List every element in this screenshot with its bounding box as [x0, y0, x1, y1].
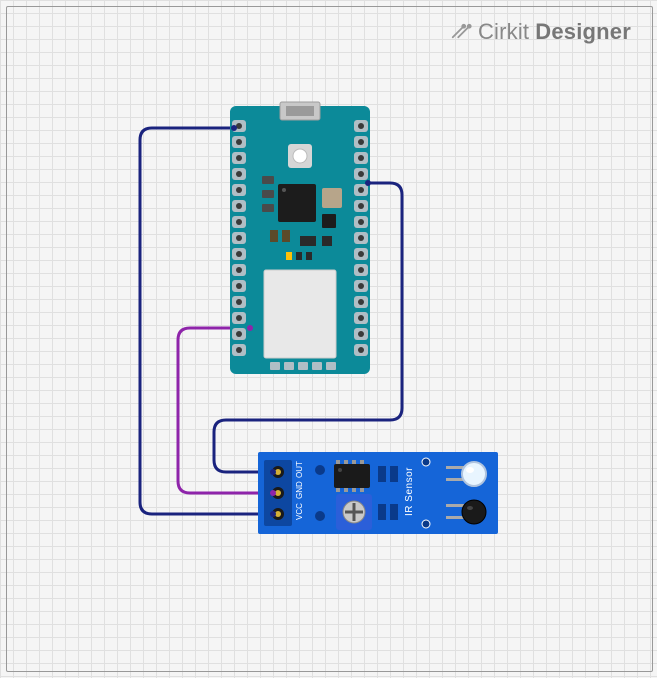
ir-sensor-module[interactable]: OUT GND VCC IR S — [258, 452, 498, 534]
board-bottom-pads — [270, 362, 336, 370]
arduino-board[interactable] — [230, 102, 370, 374]
ir-comparator-chip — [334, 460, 370, 492]
board-reset-button — [288, 144, 312, 168]
ir-pin-label-gnd: GND — [295, 481, 304, 499]
ir-potentiometer[interactable] — [336, 494, 372, 530]
board-left-headers — [232, 120, 246, 356]
board-ble-shield — [264, 270, 336, 358]
ir-power-led — [315, 465, 325, 475]
ir-pin-label-out: OUT — [295, 461, 304, 478]
circuit-diagram[interactable]: OUT GND VCC IR S — [0, 0, 657, 678]
board-right-headers — [354, 120, 368, 356]
board-sensor-chip — [322, 188, 342, 208]
ir-sensor-title: IR Sensor — [404, 467, 415, 516]
ir-pin-label-vcc: VCC — [295, 503, 304, 520]
